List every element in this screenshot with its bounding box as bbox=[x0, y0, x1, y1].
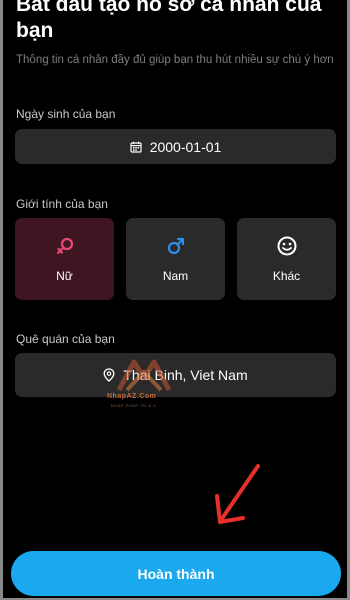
birthday-label: Ngày sinh của bạn bbox=[16, 107, 116, 121]
gender-option-label: Khác bbox=[272, 269, 301, 283]
watermark-subtext: NHẬP PHÁP TỪ A-Z bbox=[111, 403, 157, 408]
gender-option-male[interactable]: Nam bbox=[126, 218, 225, 300]
calendar-icon bbox=[130, 141, 142, 153]
watermark-text: NhapAZ.Com bbox=[107, 393, 157, 400]
gender-option-female[interactable]: Nữ bbox=[15, 218, 114, 300]
red-arrow-icon bbox=[215, 464, 260, 524]
gender-option-other[interactable]: Khác bbox=[237, 218, 336, 300]
male-icon bbox=[167, 237, 184, 255]
birthday-field[interactable]: 2000-01-01 bbox=[15, 129, 336, 164]
smiley-icon bbox=[277, 236, 296, 256]
page-subtitle: Thông tin cá nhân đầy đủ giúp bạn thu hú… bbox=[16, 54, 334, 66]
screen: Bắt đầu tạo hồ sơ cá nhân của bạn Thông … bbox=[3, 0, 347, 598]
gender-option-label: Nam bbox=[162, 269, 189, 283]
finish-button[interactable]: Hoàn thành bbox=[11, 551, 341, 596]
birthday-value: 2000-01-01 bbox=[149, 138, 222, 155]
gender-label: Giới tính của bạn bbox=[16, 197, 108, 211]
watermark-logo-icon bbox=[116, 359, 172, 392]
page-title: Bắt đầu tạo hồ sơ cá nhân của bạn bbox=[16, 0, 322, 42]
gender-option-label: Nữ bbox=[56, 269, 73, 283]
female-icon bbox=[56, 237, 73, 255]
hometown-label: Quê quán của bạn bbox=[16, 332, 115, 346]
